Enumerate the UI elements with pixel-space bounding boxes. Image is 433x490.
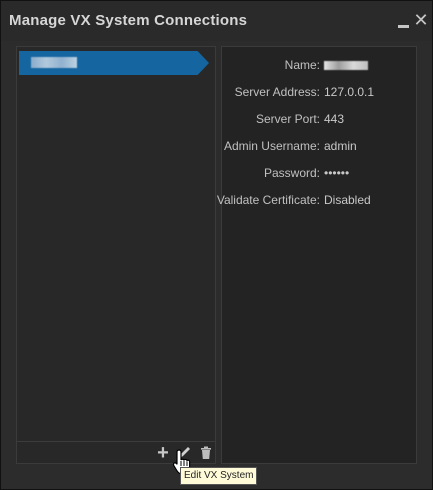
detail-row-name: Name: xyxy=(222,58,422,74)
detail-row-server-address: Server Address: 127.0.0.1 xyxy=(222,85,422,101)
connection-details-panel xyxy=(221,46,417,464)
password-label: Password: xyxy=(263,166,320,180)
detail-row-admin-username: Admin Username: admin xyxy=(222,139,422,155)
admin-username-value: admin xyxy=(324,139,357,153)
password-value: •••••• xyxy=(324,166,350,180)
trash-icon[interactable] xyxy=(197,442,215,464)
detail-row-server-port: Server Port: 443 xyxy=(222,112,422,128)
server-address-label: Server Address: xyxy=(234,85,320,99)
plus-icon[interactable]: + xyxy=(154,442,172,464)
server-address-value: 127.0.0.1 xyxy=(324,85,375,99)
redacted-connection-name xyxy=(31,57,77,68)
detail-row-password: Password: •••••• xyxy=(222,166,422,182)
title-bar: Manage VX System Connections ✕ xyxy=(1,1,432,41)
validate-certificate-label: Validate Certificate: xyxy=(216,193,320,207)
name-label: Name: xyxy=(284,58,320,72)
window-title: Manage VX System Connections xyxy=(9,12,248,29)
admin-username-label: Admin Username: xyxy=(223,139,320,153)
minimize-icon[interactable] xyxy=(397,15,411,29)
edit-tooltip: Edit VX System xyxy=(180,467,258,485)
validate-certificate-value: Disabled xyxy=(324,193,371,207)
connection-list-item[interactable] xyxy=(19,51,209,75)
server-port-value: 443 xyxy=(324,112,345,126)
close-icon[interactable]: ✕ xyxy=(413,11,429,29)
redacted-name-value xyxy=(324,61,368,70)
server-port-label: Server Port: xyxy=(255,112,320,126)
detail-row-validate-certificate: Validate Certificate: Disabled xyxy=(217,193,422,209)
connections-list xyxy=(16,46,216,464)
